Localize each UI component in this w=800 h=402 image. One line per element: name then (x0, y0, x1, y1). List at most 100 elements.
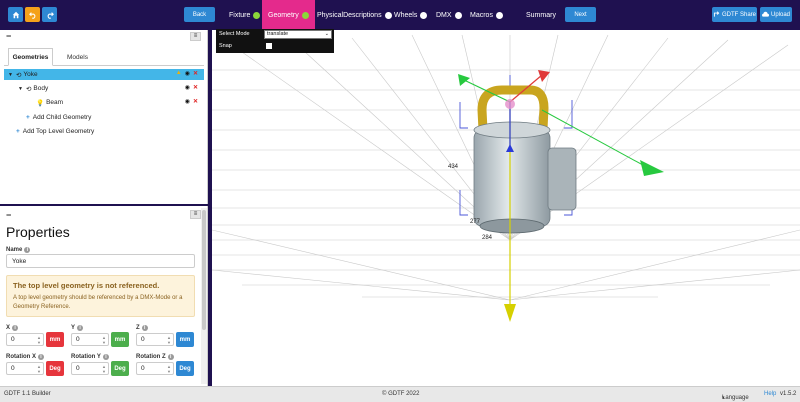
tab-geometries[interactable]: Geometries (8, 48, 53, 66)
undo-button[interactable] (25, 7, 40, 22)
back-button[interactable]: Back (184, 7, 215, 22)
delete-icon[interactable]: ✕ (193, 70, 198, 77)
spinner-icon[interactable]: ▲ ▼ (37, 335, 41, 345)
rotation-x-unit-button[interactable]: Deg (46, 361, 64, 376)
collapse-tree-button[interactable]: − (6, 31, 11, 41)
step-label: PhysicalDescriptions (317, 11, 382, 19)
step-summary[interactable]: Summary (526, 0, 556, 30)
dimension-label: 277 (470, 219, 481, 225)
caret-down-icon[interactable]: ▼ (18, 86, 23, 92)
z-value: 0 (141, 336, 145, 343)
y-position-input[interactable]: 0 ▲ ▼ (71, 333, 109, 346)
home-button[interactable] (8, 7, 23, 22)
redo-button[interactable] (42, 7, 57, 22)
select-mode-dropdown[interactable]: translate ⌄ (264, 30, 332, 39)
step-physical-descriptions[interactable]: PhysicalDescriptions (317, 0, 392, 30)
y-unit-button[interactable]: mm (111, 332, 129, 347)
eye-icon[interactable]: ◉ (185, 98, 190, 105)
y-label-text: Y (71, 325, 76, 331)
share-label: GDTF Share (721, 11, 756, 18)
builder-label: GDTF 1.1 Builder (4, 391, 51, 397)
spinner-icon[interactable]: ▲ ▼ (167, 364, 171, 374)
z-unit-button[interactable]: mm (176, 332, 194, 347)
snap-checkbox[interactable] (266, 43, 272, 49)
snap-label: Snap (219, 43, 232, 49)
copyright-label: © GDTF 2022 (382, 391, 420, 397)
3d-scene[interactable]: 434 277 284 (212, 30, 800, 386)
spinner-icon[interactable]: ▲ ▼ (102, 335, 106, 345)
info-icon: i (102, 354, 109, 360)
rotation-z-unit-button[interactable]: Deg (176, 361, 194, 376)
share-icon (713, 11, 720, 17)
z-label: Zi (136, 325, 148, 331)
footer: GDTF 1.1 Builder © GDTF 2022 Language ▾ … (0, 386, 800, 402)
lightbulb-icon: 💡 (36, 99, 45, 107)
tree-node-yoke[interactable]: ▼ ⟲ Yoke ▲ ◉ ✕ (4, 69, 204, 80)
menu-icon[interactable]: ≡ (190, 210, 201, 219)
help-link[interactable]: Help (764, 391, 776, 397)
gdtf-share-button[interactable]: GDTF Share (712, 7, 757, 22)
status-dot-icon (384, 11, 392, 19)
collapse-properties-button[interactable]: − (6, 210, 11, 220)
rotation-z-label: Rotation Zi (136, 354, 174, 360)
step-label: Geometry (268, 11, 299, 19)
info-icon: i (167, 354, 174, 360)
spinner-icon[interactable]: ▲ ▼ (167, 335, 171, 345)
rotation-y-unit-button[interactable]: Deg (111, 361, 129, 376)
info-icon: i (24, 247, 31, 253)
alert-body: A top level geometry should be reference… (13, 295, 183, 310)
step-macros[interactable]: Macros (470, 0, 503, 30)
tree-node-body[interactable]: ▼ ⟲ Body ◉ ✕ (4, 83, 204, 94)
add-child-geometry-button[interactable]: + Add Child Geometry (4, 112, 204, 123)
x-position-input[interactable]: 0 ▲ ▼ (6, 333, 44, 346)
tree-node-beam[interactable]: 💡 Beam ◉ ✕ (4, 97, 204, 108)
caret-down-icon[interactable]: ▼ (8, 72, 13, 78)
select-mode-value: translate (267, 31, 289, 37)
step-fixture[interactable]: Fixture (229, 0, 261, 30)
x-unit-button[interactable]: mm (46, 332, 64, 347)
rotation-x-input[interactable]: 0 ▲ ▼ (6, 362, 44, 375)
add-child-label: Add Child Geometry (32, 114, 92, 121)
upload-button[interactable]: Upload (760, 7, 792, 22)
add-top-level-geometry-button[interactable]: + Add Top Level Geometry (4, 126, 204, 137)
name-field[interactable]: Yoke (6, 254, 195, 268)
fixture-body[interactable] (473, 129, 551, 227)
3d-viewport[interactable]: 434 277 284 (212, 30, 800, 386)
menu-icon[interactable]: ≡ (190, 32, 201, 41)
rotation-z-input[interactable]: 0 ▲ ▼ (136, 362, 174, 375)
eye-icon[interactable]: ◉ (185, 84, 190, 91)
z-position-input[interactable]: 0 ▲ ▼ (136, 333, 174, 346)
tree-tabs: Geometries Models (4, 48, 204, 66)
info-icon: i (77, 325, 84, 331)
redo-icon (47, 11, 54, 19)
x-label-text: X (6, 325, 11, 331)
x-label: Xi (6, 325, 19, 331)
chevron-down-icon: ⌄ (324, 31, 329, 37)
rotation-x-label-text: Rotation X (6, 354, 36, 360)
rotation-y-value: 0 (76, 365, 80, 372)
step-label: Summary (526, 11, 556, 19)
delete-icon[interactable]: ✕ (193, 98, 198, 105)
rotation-z-value: 0 (141, 365, 145, 372)
rotate-icon: ⟲ (15, 71, 22, 79)
step-wheels[interactable]: Wheels (394, 0, 428, 30)
page-title: Properties (6, 224, 70, 240)
properties-scrollbar[interactable] (201, 208, 207, 384)
transform-controls: Select Mode translate ⌄ Snap (216, 29, 334, 53)
delete-icon[interactable]: ✕ (193, 84, 198, 91)
info-icon: i (141, 325, 148, 331)
scrollbar-thumb[interactable] (202, 210, 206, 330)
home-icon (12, 11, 19, 18)
step-geometry[interactable]: Geometry (262, 0, 315, 30)
next-button[interactable]: Next (565, 7, 596, 22)
tab-models[interactable]: Models (60, 48, 95, 66)
spinner-icon[interactable]: ▲ ▼ (37, 364, 41, 374)
rotation-y-input[interactable]: 0 ▲ ▼ (71, 362, 109, 375)
spinner-icon[interactable]: ▲ ▼ (102, 364, 106, 374)
name-label-text: Name (6, 247, 23, 253)
upload-label: Upload (770, 11, 790, 18)
warning-alert: The top level geometry is not referenced… (6, 275, 195, 317)
eye-icon[interactable]: ◉ (185, 70, 190, 77)
step-dmx[interactable]: DMX (436, 0, 462, 30)
top-bar: Back Fixture Geometry PhysicalDescriptio… (0, 0, 800, 30)
